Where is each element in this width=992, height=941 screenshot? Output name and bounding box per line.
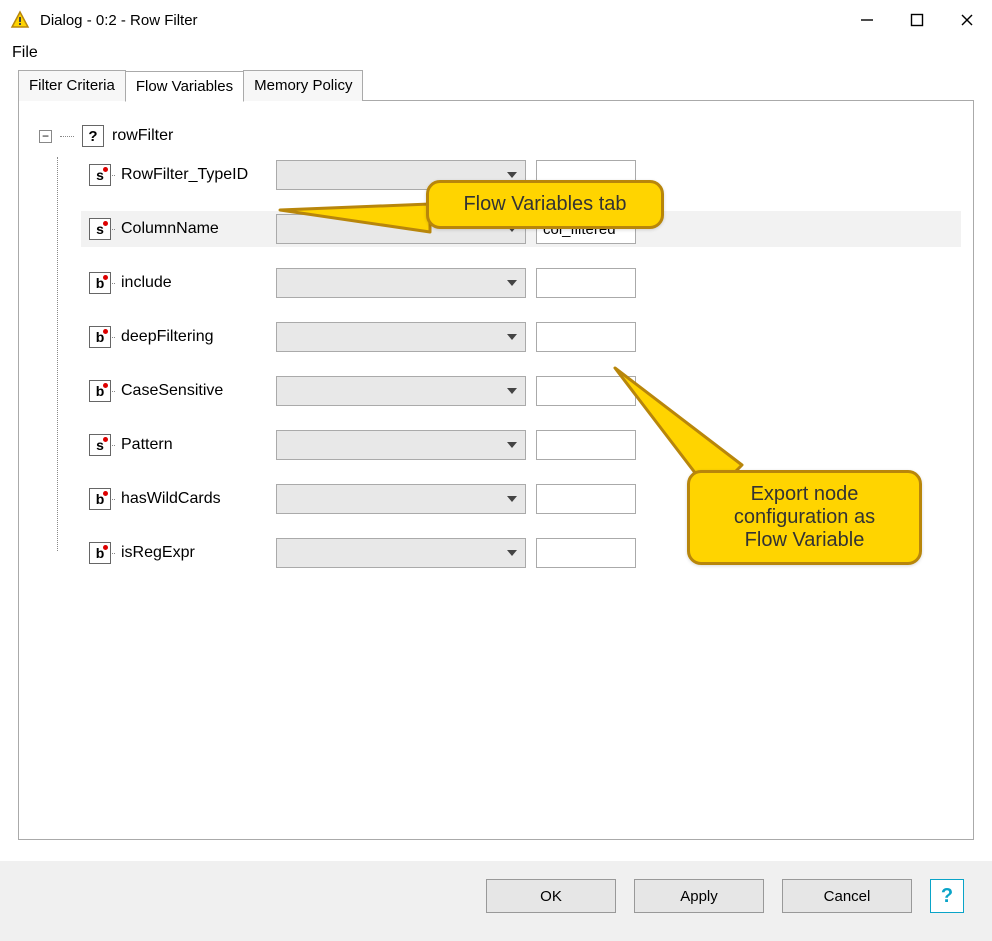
export-var-input[interactable]: [536, 322, 636, 352]
tab-filter-criteria[interactable]: Filter Criteria: [18, 70, 126, 101]
row-label: include: [121, 274, 276, 292]
cancel-button[interactable]: Cancel: [782, 879, 912, 913]
flow-var-select[interactable]: [276, 484, 526, 514]
row-label: deepFiltering: [121, 328, 276, 346]
row-pattern: s Pattern: [89, 427, 953, 463]
flow-var-select[interactable]: [276, 430, 526, 460]
string-type-icon: s: [89, 434, 111, 456]
row-label: hasWildCards: [121, 490, 276, 508]
boolean-type-icon: b: [89, 488, 111, 510]
boolean-type-icon: b: [89, 380, 111, 402]
tree-root[interactable]: − ? rowFilter: [39, 125, 953, 147]
row-label: Pattern: [121, 436, 276, 454]
row-casesensitive: b CaseSensitive: [89, 373, 953, 409]
maximize-button[interactable]: [892, 0, 942, 40]
callout-flow-variables-tab: Flow Variables tab: [426, 180, 664, 229]
tab-flow-variables[interactable]: Flow Variables: [125, 71, 244, 102]
menu-file[interactable]: File: [12, 44, 38, 61]
row-label: ColumnName: [121, 220, 276, 238]
window-controls: [842, 0, 992, 40]
question-icon: ?: [82, 125, 104, 147]
tree-collapse-icon[interactable]: −: [39, 130, 52, 143]
flow-var-select[interactable]: [276, 538, 526, 568]
app-icon: [10, 10, 30, 30]
tab-memory-policy[interactable]: Memory Policy: [243, 70, 363, 101]
apply-button[interactable]: Apply: [634, 879, 764, 913]
close-button[interactable]: [942, 0, 992, 40]
callout-tail: [280, 202, 440, 242]
row-label: CaseSensitive: [121, 382, 276, 400]
row-include: b include: [89, 265, 953, 301]
flow-var-select[interactable]: [276, 376, 526, 406]
callout-export-config: Export node configuration as Flow Variab…: [687, 470, 922, 565]
help-button[interactable]: ?: [930, 879, 964, 913]
dialog-footer: OK Apply Cancel ?: [0, 861, 992, 941]
export-var-input[interactable]: [536, 268, 636, 298]
titlebar: Dialog - 0:2 - Row Filter: [0, 0, 992, 40]
row-label: isRegExpr: [121, 544, 276, 562]
boolean-type-icon: b: [89, 326, 111, 348]
string-type-icon: s: [89, 218, 111, 240]
flow-var-select[interactable]: [276, 268, 526, 298]
menubar: File: [0, 40, 992, 70]
boolean-type-icon: b: [89, 542, 111, 564]
export-var-input[interactable]: [536, 538, 636, 568]
tree-root-label: rowFilter: [112, 127, 173, 145]
flow-var-select[interactable]: [276, 322, 526, 352]
ok-button[interactable]: OK: [486, 879, 616, 913]
minimize-button[interactable]: [842, 0, 892, 40]
row-deepfiltering: b deepFiltering: [89, 319, 953, 355]
string-type-icon: s: [89, 164, 111, 186]
tabs: Filter Criteria Flow Variables Memory Po…: [18, 70, 974, 101]
boolean-type-icon: b: [89, 272, 111, 294]
window-title: Dialog - 0:2 - Row Filter: [40, 12, 198, 29]
row-label: RowFilter_TypeID: [121, 166, 276, 184]
callout-tail: [612, 365, 732, 475]
